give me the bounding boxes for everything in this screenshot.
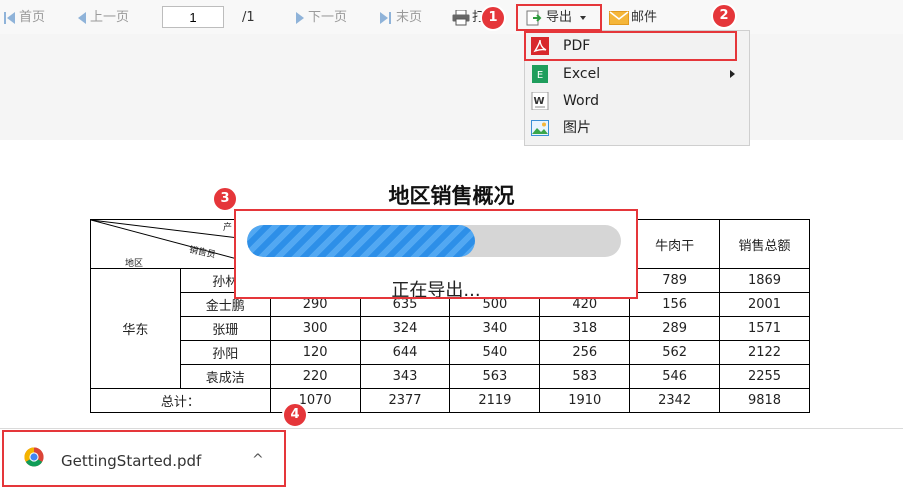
region-cell: 华东 [90,268,181,389]
svg-text:W: W [533,96,544,107]
header-cell: 牛肉干 [629,219,721,269]
salesperson-cell: 孙阳 [179,340,271,365]
table-cell: 220 [269,364,361,389]
mail-button[interactable]: 邮件 [609,8,657,28]
table-row: 孙阳 120 644 540 256 562 2122 [91,340,810,365]
table-cell: 2377 [359,388,451,413]
step-badge-2: 2 [711,3,737,29]
toolbar-background-band [0,34,903,140]
table-cell: 562 [629,340,721,365]
table-cell: 1571 [719,316,810,341]
menu-item-excel-label: Excel [563,66,601,82]
image-icon [531,120,549,136]
prev-page-label: 上一页 [90,10,130,25]
last-page-button[interactable]: 末页 [380,8,422,28]
header-product-label: 产 [223,223,233,233]
table-cell: 318 [539,316,631,341]
table-cell: 300 [269,316,361,341]
table-cell: 583 [539,364,631,389]
excel-icon: E [532,65,548,83]
table-cell: 1869 [719,268,810,293]
first-page-icon [4,11,6,24]
submenu-arrow-icon [730,70,735,78]
highlight-export-button [516,4,602,31]
mail-icon [609,10,629,25]
table-cell: 120 [269,340,361,365]
menu-item-word[interactable]: W Word [525,88,749,114]
last-page-label: 末页 [396,10,423,25]
table-cell: 644 [359,340,451,365]
table-cell: 1910 [539,388,631,413]
word-icon: W [531,92,549,110]
salesperson-cell: 袁成洁 [179,364,271,389]
next-page-label: 下一页 [308,10,348,25]
highlight-download-item [2,430,286,487]
first-page-button[interactable]: 首页 [4,8,45,28]
table-cell: 340 [449,316,541,341]
header-region-label: 地区 [125,259,144,269]
highlight-progress-dialog [234,209,638,299]
prev-page-button[interactable]: 上一页 [78,8,129,28]
next-page-icon [296,11,304,24]
table-cell: 343 [359,364,451,389]
last-page-icon [380,11,388,24]
mail-label: 邮件 [631,10,658,25]
table-cell: 9818 [719,388,810,413]
table-cell: 563 [449,364,541,389]
table-cell: 2001 [719,292,810,317]
printer-icon [452,9,470,25]
next-page-button[interactable]: 下一页 [296,8,347,28]
first-page-label: 首页 [19,10,46,25]
total-label-cell: 总计： [90,388,271,413]
table-cell: 2255 [719,364,810,389]
table-cell: 324 [359,316,451,341]
highlight-pdf-item [524,31,737,61]
salesperson-cell: 张珊 [179,316,271,341]
total-row: 总计： 1070 2377 2119 1910 2342 9818 [90,388,810,413]
table-cell: 789 [629,268,721,293]
menu-item-word-label: Word [563,93,599,109]
table-cell: 289 [629,316,721,341]
step-badge-3: 3 [212,186,238,212]
table-row: 张珊 300 324 340 318 289 1571 [91,316,810,341]
svg-text:E: E [537,70,543,81]
report-toolbar: 首页 上一页 /1 下一页 末页 打 导出 邮件 [0,0,903,34]
menu-item-image[interactable]: 图片 [525,115,749,141]
step-badge-4: 4 [282,402,308,428]
report-title: 地区销售概况 [388,183,515,208]
table-cell: 2342 [629,388,721,413]
table-row: 袁成洁 220 343 563 583 546 2255 [91,364,810,389]
table-cell: 2119 [449,388,541,413]
table-cell: 256 [539,340,631,365]
table-cell: 540 [449,340,541,365]
header-cell: 销售总额 [719,219,810,269]
page-number-input[interactable] [162,6,224,28]
table-cell: 156 [629,292,721,317]
prev-page-icon [78,11,86,24]
table-cell: 2122 [719,340,810,365]
menu-item-image-label: 图片 [563,120,591,136]
menu-item-excel[interactable]: E Excel [525,61,749,87]
page-total: /1 [242,10,255,25]
table-cell: 546 [629,364,721,389]
step-badge-1: 1 [480,5,506,31]
